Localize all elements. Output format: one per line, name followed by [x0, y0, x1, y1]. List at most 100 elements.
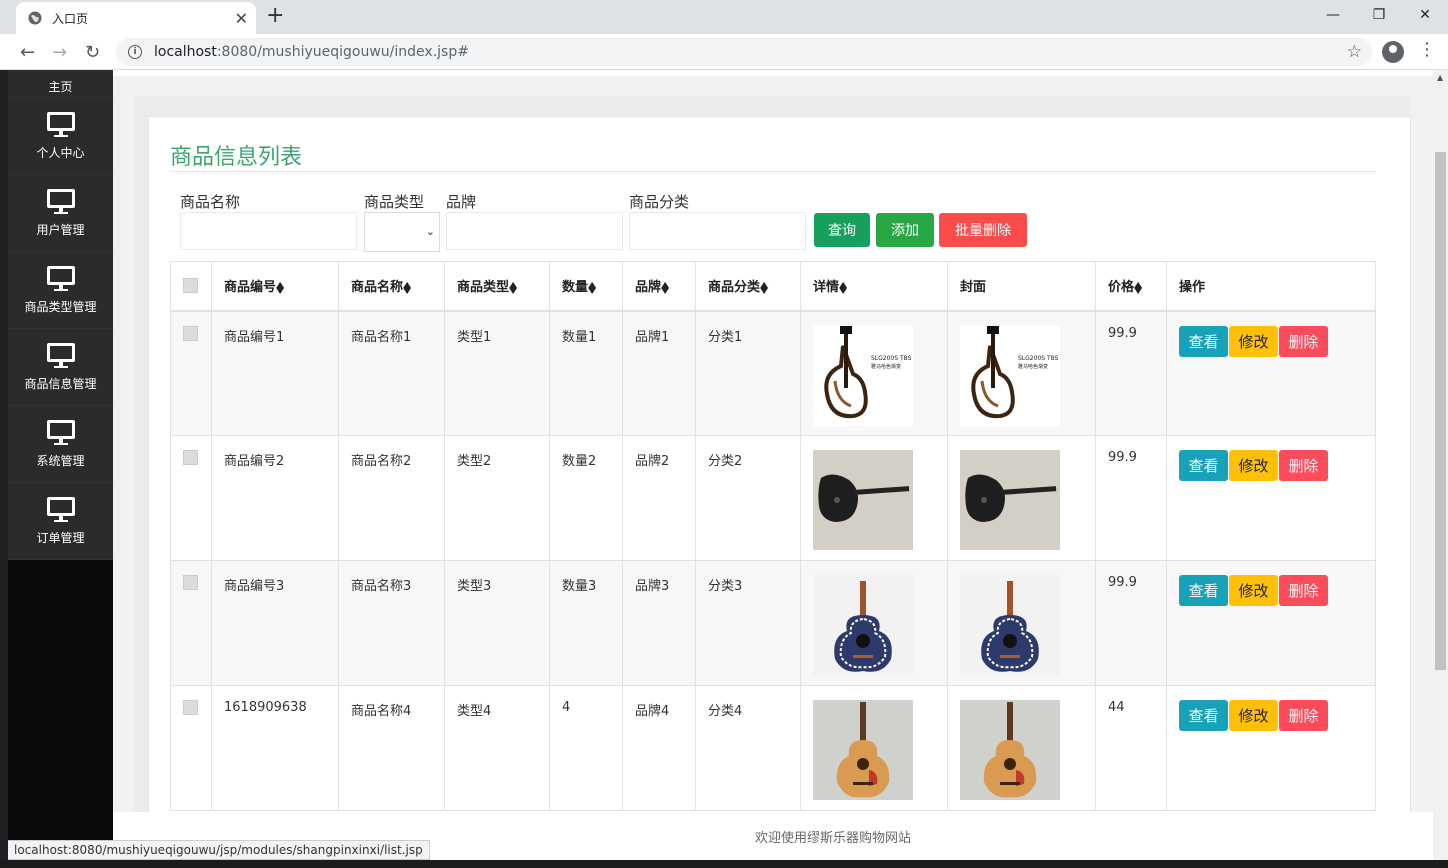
url-bar[interactable]: i localhost:8080/mushiyueqigouwu/index.j…: [116, 38, 1372, 66]
scrollbar-thumb[interactable]: [1435, 152, 1446, 670]
row-checkbox[interactable]: [183, 325, 198, 341]
monitor-icon: [46, 419, 75, 446]
monitor-icon: [46, 265, 75, 292]
product-detail-image: [813, 700, 913, 800]
batch-delete-button[interactable]: 批量删除: [939, 213, 1027, 247]
filter-brand-input[interactable]: [446, 212, 623, 250]
cell-price: 44: [1095, 685, 1167, 811]
product-list-card: 商品信息列表 商品名称 商品类型 ⌄ 品牌 商品分类 查询 添加 批量删除 商品…: [148, 116, 1411, 860]
sort-icon: ▲ ▼: [588, 279, 597, 295]
svg-text:雅马哈色渐变: 雅马哈色渐变: [1018, 363, 1048, 370]
cell-actions: 查看 修改 删除: [1166, 310, 1376, 436]
edit-button[interactable]: 修改: [1229, 575, 1278, 606]
edit-button[interactable]: 修改: [1229, 450, 1278, 481]
col-header[interactable]: 品牌▲ ▼: [622, 261, 696, 312]
filter-category-input[interactable]: [629, 212, 806, 250]
view-button[interactable]: 查看: [1179, 450, 1228, 481]
sidebar-item-product-info-management[interactable]: 商品信息管理: [8, 329, 113, 406]
monitor-icon: [46, 342, 75, 369]
sort-icon: ▲ ▼: [403, 279, 412, 295]
close-tab-icon[interactable]: ✕: [235, 9, 248, 28]
sort-icon: ▲ ▼: [276, 279, 285, 295]
sidebar-item-label: 商品信息管理: [24, 376, 97, 391]
sidebar-item-label: 主页: [48, 80, 73, 94]
col-header[interactable]: 详情▲ ▼: [800, 261, 948, 312]
product-cover-image: [960, 450, 1060, 550]
info-icon[interactable]: i: [128, 45, 142, 59]
close-window-icon[interactable]: ✕: [1402, 0, 1448, 30]
delete-button[interactable]: 删除: [1279, 450, 1328, 481]
cell-price: 99.9: [1095, 560, 1167, 686]
menu-kebab-icon[interactable]: ⋮: [1418, 39, 1436, 60]
product-detail-image: SLG200S TBS 雅马哈色渐变: [813, 325, 913, 426]
scroll-up-icon[interactable]: ▲: [1437, 73, 1443, 82]
col-header[interactable]: 商品名称▲ ▼: [338, 261, 445, 312]
sidebar-item-order-management[interactable]: 订单管理: [8, 483, 113, 560]
row-checkbox[interactable]: [183, 575, 198, 590]
col-header: 封面: [947, 261, 1096, 312]
table-row: 商品编号3 商品名称3 类型3 数量3 品牌3 分类3 99.9 查看 修改 删除: [170, 560, 1376, 686]
sidebar-item-home[interactable]: 主页: [8, 70, 113, 98]
cell-code: 商品编号1: [211, 310, 339, 436]
back-icon[interactable]: ←: [20, 42, 35, 63]
product-cover-image: [960, 575, 1060, 675]
cell-qty: 数量1: [549, 310, 623, 436]
cell-qty: 4: [549, 685, 623, 811]
profile-avatar-icon[interactable]: [1382, 41, 1404, 63]
cell-cover: [947, 685, 1096, 811]
minimize-icon[interactable]: —: [1310, 0, 1356, 30]
col-header[interactable]: 价格▲ ▼: [1095, 261, 1167, 312]
view-button[interactable]: 查看: [1179, 575, 1228, 606]
row-checkbox[interactable]: [183, 450, 198, 465]
chevron-down-icon: ⌄: [425, 225, 435, 238]
sidebar-item-product-type-management[interactable]: 商品类型管理: [8, 252, 113, 329]
delete-button[interactable]: 删除: [1279, 325, 1328, 357]
view-button[interactable]: 查看: [1179, 325, 1228, 357]
tab-title: 入口页: [52, 11, 89, 26]
sort-icon: ▲ ▼: [661, 279, 670, 295]
browser-tab[interactable]: 入口页 ✕: [16, 2, 256, 34]
forward-icon[interactable]: →: [52, 42, 67, 63]
col-header-label: 封面: [960, 280, 987, 296]
table-row: 商品编号2 商品名称2 类型2 数量2 品牌2 分类2 99.9 查看 修改 删除: [170, 435, 1376, 561]
add-button[interactable]: 添加: [876, 213, 934, 247]
cell-type: 类型4: [444, 685, 550, 811]
svg-text:雅马哈色渐变: 雅马哈色渐变: [871, 363, 901, 370]
restore-icon[interactable]: ❐: [1356, 0, 1402, 30]
select-all-checkbox[interactable]: [183, 278, 198, 294]
bookmark-star-icon[interactable]: ☆: [1347, 42, 1362, 62]
cell-detail: SLG200S TBS 雅马哈色渐变: [800, 310, 948, 436]
view-button[interactable]: 查看: [1179, 700, 1228, 731]
col-header[interactable]: 数量▲ ▼: [549, 261, 623, 312]
col-header[interactable]: 商品编号▲ ▼: [211, 261, 339, 312]
col-header[interactable]: 商品分类▲ ▼: [695, 261, 801, 312]
product-detail-image: [813, 450, 913, 550]
cell-cover: SLG200S TBS 雅马哈色渐变: [947, 310, 1096, 436]
url-path: :8080/mushiyueqigouwu/index.jsp#: [216, 44, 469, 60]
search-button[interactable]: 查询: [814, 213, 870, 247]
delete-button[interactable]: 删除: [1279, 575, 1328, 606]
sidebar-item-label: 个人中心: [36, 145, 85, 160]
svg-text:SLG200S TBS: SLG200S TBS: [871, 355, 912, 362]
col-header[interactable]: 商品类型▲ ▼: [444, 261, 550, 312]
new-tab-icon[interactable]: +: [266, 3, 284, 28]
row-select-cell: [170, 310, 212, 436]
cell-price: 99.9: [1095, 435, 1167, 561]
edit-button[interactable]: 修改: [1229, 700, 1278, 731]
delete-button[interactable]: 删除: [1279, 700, 1328, 731]
filter-type-select[interactable]: ⌄: [364, 212, 440, 252]
product-cover-image: [960, 700, 1060, 800]
row-checkbox[interactable]: [183, 700, 198, 715]
cell-category: 分类2: [695, 435, 801, 561]
reload-icon[interactable]: ↻: [85, 42, 100, 63]
sidebar-item-personal-center[interactable]: 个人中心: [8, 98, 113, 175]
monitor-icon: [46, 496, 75, 523]
cell-actions: 查看 修改 删除: [1166, 685, 1376, 811]
cell-actions: 查看 修改 删除: [1166, 560, 1376, 686]
edit-button[interactable]: 修改: [1229, 325, 1278, 357]
monitor-icon: [46, 111, 75, 138]
sidebar-item-user-management[interactable]: 用户管理: [8, 175, 113, 252]
sidebar-item-system-management[interactable]: 系统管理: [8, 406, 113, 483]
filter-name-input[interactable]: [180, 212, 357, 250]
page-scrollbar[interactable]: ▲: [1433, 70, 1448, 860]
